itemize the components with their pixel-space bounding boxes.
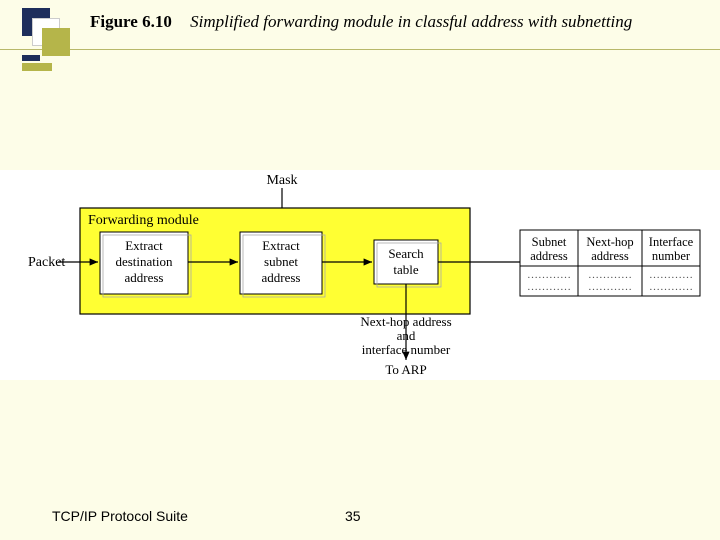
svg-text:table: table xyxy=(393,262,418,277)
to-arp-label: To ARP xyxy=(385,362,426,377)
routing-table: Subnet address Next-hop address Interfac… xyxy=(520,230,700,296)
accent-bars xyxy=(0,55,52,73)
mask-label: Mask xyxy=(266,173,297,188)
corner-logo xyxy=(22,8,62,48)
svg-text:…………: ………… xyxy=(588,269,632,281)
figure-number: Figure 6.10 xyxy=(90,12,172,31)
svg-text:subnet: subnet xyxy=(264,254,298,269)
svg-text:Next-hop: Next-hop xyxy=(586,235,633,249)
svg-text:…………: ………… xyxy=(527,281,571,293)
svg-text:number: number xyxy=(652,249,691,263)
svg-text:interface number: interface number xyxy=(362,342,451,357)
svg-text:Next-hop address: Next-hop address xyxy=(360,314,451,329)
svg-text:destination: destination xyxy=(115,254,173,269)
svg-text:address: address xyxy=(262,270,301,285)
slide-header: Figure 6.10 Simplified forwarding module… xyxy=(0,0,720,50)
svg-text:…………: ………… xyxy=(527,269,571,281)
svg-text:Search: Search xyxy=(388,246,424,261)
svg-text:…………: ………… xyxy=(588,281,632,293)
svg-text:address: address xyxy=(591,249,629,263)
svg-text:Extract: Extract xyxy=(125,238,163,253)
figure-caption: Simplified forwarding module in classful… xyxy=(190,12,632,31)
diagram-area: Mask Forwarding module Packet Extract de… xyxy=(0,170,720,380)
footer-page: 35 xyxy=(345,508,361,524)
svg-text:and: and xyxy=(397,328,416,343)
svg-text:Interface: Interface xyxy=(649,235,694,249)
svg-text:address: address xyxy=(125,270,164,285)
svg-text:Extract: Extract xyxy=(262,238,300,253)
svg-text:…………: ………… xyxy=(649,269,693,281)
forwarding-diagram: Mask Forwarding module Packet Extract de… xyxy=(0,170,720,380)
svg-text:…………: ………… xyxy=(649,281,693,293)
footer-suite: TCP/IP Protocol Suite xyxy=(52,508,188,524)
forwarding-module-label: Forwarding module xyxy=(88,213,199,228)
svg-text:Subnet: Subnet xyxy=(532,235,567,249)
figure-title: Figure 6.10 Simplified forwarding module… xyxy=(90,12,632,32)
svg-text:address: address xyxy=(530,249,568,263)
